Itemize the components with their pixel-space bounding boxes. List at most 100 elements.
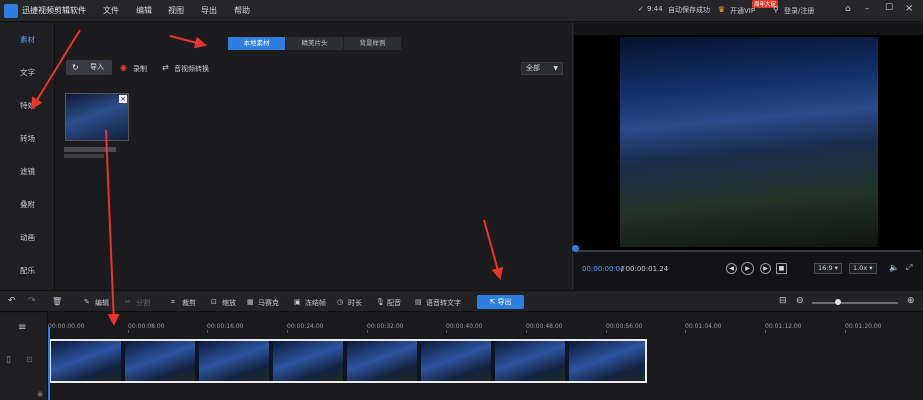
ruler-label: 00:01:20.00 [845,323,882,330]
menu-export[interactable]: 导出 [201,5,217,16]
minimize-icon[interactable]: – [865,4,870,14]
ruler-label: 00:00:24.00 [287,323,324,330]
stop-icon[interactable]: ■ [776,263,787,274]
vip-crown-icon: ♛ [718,5,726,14]
ruler-label: 00:01:04.00 [685,323,722,330]
play-icon[interactable]: ▶ [741,262,754,275]
total-time: / 00:00:01.24 [621,265,669,273]
nav-item-overlays[interactable]: 叠附 [0,199,55,210]
autosave-status: 自动保存成功 [668,6,710,14]
speed-value: 1.0x [853,264,868,272]
menu-file[interactable]: 文件 [103,5,119,16]
tab-local-media[interactable]: 本地素材 [228,37,285,50]
mosaic-button[interactable]: 马赛克 [258,298,279,308]
left-nav: 素材 文字 特效 转场 滤镜 叠附 动画 配乐 [0,23,55,290]
close-icon[interactable]: × [905,3,913,14]
undo-icon[interactable]: ↶ [8,296,16,306]
next-frame-icon[interactable]: ▶ [760,263,771,274]
nav-item-transitions[interactable]: 转场 [0,133,55,144]
import-button[interactable]: ↻ 导入 [66,60,112,75]
fullscreen-icon[interactable]: ⤢ [906,263,912,273]
maximize-icon[interactable]: ☐ [885,3,893,13]
filter-value: 全部 [526,64,540,72]
media-filename-blurred [64,147,116,152]
export-label: 导出 [497,298,512,306]
clip-frame [569,341,645,381]
import-icon: ↻ [72,63,79,72]
nav-item-effects[interactable]: 特效 [0,100,55,111]
clip-frame [125,341,195,381]
app-logo-icon [4,4,18,18]
menu-view[interactable]: 视图 [168,5,184,16]
ruler-label: 00:00:00.00 [48,323,85,330]
vip-button[interactable]: 开通VIP [730,6,755,16]
split-button[interactable]: 分割 [136,298,150,308]
ruler-label: 00:00:16.00 [207,323,244,330]
timeline-zoom-slider[interactable] [812,302,898,304]
menu-help[interactable]: 帮助 [234,5,250,16]
tab-intros[interactable]: 精美片头 [286,37,343,50]
lock-track-icon[interactable]: ⊡ [26,355,33,364]
zoom-out-icon[interactable]: ⊖ [796,296,804,306]
ruler-label: 00:00:40.00 [446,323,483,330]
ruler-label: 00:00:56.00 [606,323,643,330]
freeze-frame-button[interactable]: 冻结帧 [305,298,326,308]
speed-dropdown[interactable]: 1.0x ▾ [849,263,877,274]
crop-button[interactable]: 裁剪 [182,298,196,308]
edit-button[interactable]: 编辑 [95,298,109,308]
ruler-tick [526,330,527,333]
clip-frame [199,341,269,381]
home-icon[interactable]: ⌂ [845,4,851,14]
menu-edit[interactable]: 编辑 [136,5,152,16]
nav-item-animation[interactable]: 动画 [0,232,55,243]
video-canvas[interactable] [574,35,923,251]
media-thumbnail[interactable]: × [65,93,129,141]
redo-icon[interactable]: ↷ [28,296,36,306]
chevron-down-icon: ▼ [553,65,558,72]
ruler-tick [287,330,288,333]
preview-scrubber[interactable] [575,250,921,252]
clip-frame [273,341,343,381]
filter-dropdown[interactable]: 全部 ▼ [521,62,563,75]
volume-icon[interactable]: 🔈 [889,263,899,272]
prev-frame-icon[interactable]: ◀ [726,263,737,274]
voiceover-button[interactable]: 配音 [387,298,401,308]
convert-button[interactable]: 音视频转换 [174,64,209,74]
ruler-tick [446,330,447,333]
video-clip[interactable] [49,339,647,383]
video-track-icon: ▯ [6,355,11,365]
zoom-in-icon[interactable]: ⊕ [907,296,915,306]
remove-media-icon[interactable]: × [119,95,127,103]
timeline-ruler[interactable]: 00:00:00.00 00:00:08.00 00:00:16.00 00:0… [48,313,923,333]
visibility-icon[interactable]: ◉ [37,390,43,398]
delete-icon[interactable]: 🗑 [52,297,62,306]
ruler-tick [606,330,607,333]
duration-button[interactable]: 时长 [348,298,362,308]
record-button[interactable]: 录制 [133,64,147,74]
ruler-label: 00:00:48.00 [526,323,563,330]
login-button[interactable]: 登录/注册 [784,6,814,16]
fit-timeline-icon[interactable]: ⊟ [779,296,787,306]
speech-to-text-icon: ▤ [415,298,422,306]
speech-to-text-button[interactable]: 语音转文字 [426,298,461,308]
nav-item-music[interactable]: 配乐 [0,265,55,276]
timeline-playhead[interactable] [48,327,50,400]
ruler-tick [845,330,846,333]
convert-icon: ⇄ [162,63,169,72]
export-button[interactable]: ⇱ 导出 [477,295,524,309]
nav-item-filters[interactable]: 滤镜 [0,166,55,177]
edit-icon: ✎ [84,298,90,306]
export-icon: ⇱ [489,298,498,306]
current-time: 00:00:00.00 [582,265,625,273]
title-bar: 迅捷视频剪辑软件 文件 编辑 视图 导出 帮助 ✓ 9:44 自动保存成功 ♛ … [0,0,923,22]
nav-item-text[interactable]: 文字 [0,67,55,78]
preview-scrubber-handle[interactable] [572,245,579,252]
aspect-ratio-value: 16:9 [818,264,833,272]
tab-backgrounds[interactable]: 背景样例 [344,37,401,50]
zoom-clip-button[interactable]: 缩放 [222,298,236,308]
microphone-icon: 🎙 [376,298,385,306]
nav-item-media[interactable]: 素材 [0,34,55,45]
add-track-icon[interactable]: ≡ [18,322,26,333]
timeline-zoom-handle[interactable] [835,299,841,305]
aspect-ratio-dropdown[interactable]: 16:9 ▾ [814,263,842,274]
